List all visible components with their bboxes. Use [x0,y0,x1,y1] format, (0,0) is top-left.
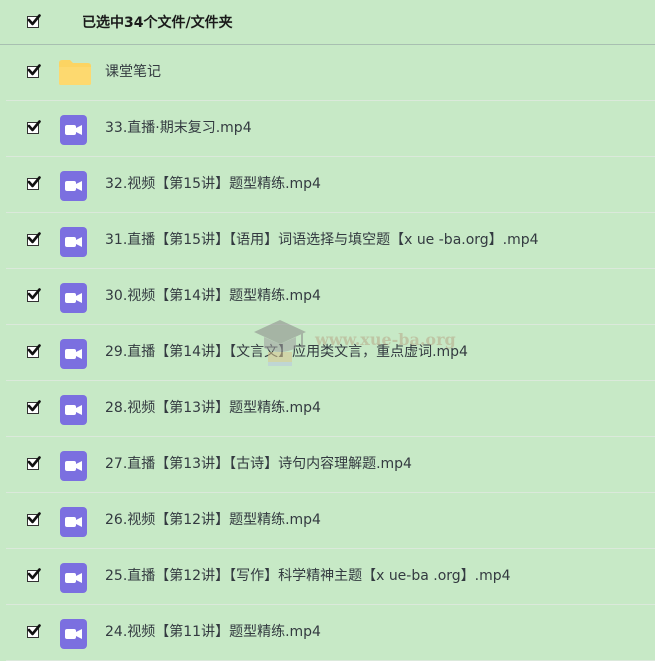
file-name[interactable]: 27.直播【第13讲】【古诗】诗句内容理解题.mp4 [105,454,412,474]
file-checkbox[interactable] [27,456,41,470]
check-icon [27,14,41,26]
file-checkbox[interactable] [27,624,41,638]
file-name[interactable]: 28.视频【第13讲】题型精练.mp4 [105,398,321,418]
file-name[interactable]: 33.直播·期末复习.mp4 [105,118,252,138]
check-icon [27,232,41,244]
file-row[interactable]: 课堂笔记 [6,45,655,101]
check-icon [27,400,41,412]
check-icon [27,624,41,636]
file-name[interactable]: 26.视频【第12讲】题型精练.mp4 [105,510,321,530]
video-icon [60,283,87,313]
select-all-checkbox[interactable] [27,14,41,28]
file-checkbox[interactable] [27,512,41,526]
file-row[interactable]: 24.视频【第11讲】题型精练.mp4 [6,605,655,661]
video-icon [60,395,87,425]
file-name[interactable]: 30.视频【第14讲】题型精练.mp4 [105,286,321,306]
graduation-cap-icon [254,320,306,366]
check-icon [27,512,41,524]
file-row[interactable]: 31.直播【第15讲】【语用】词语选择与填空题【x ue -ba.org】.mp… [6,213,655,269]
file-name[interactable]: 24.视频【第11讲】题型精练.mp4 [105,622,321,642]
file-row[interactable]: 27.直播【第13讲】【古诗】诗句内容理解题.mp4 [6,437,655,493]
file-checkbox[interactable] [27,568,41,582]
check-icon [27,456,41,468]
selection-header: 已选中34个文件/文件夹 [0,0,655,45]
check-icon [27,288,41,300]
file-name[interactable]: 31.直播【第15讲】【语用】词语选择与填空题【x ue -ba.org】.mp… [105,230,539,250]
file-row[interactable]: 32.视频【第15讲】题型精练.mp4 [6,157,655,213]
check-icon [27,64,41,76]
folder-icon [58,59,92,86]
check-icon [27,176,41,188]
video-icon [60,227,87,257]
file-name[interactable]: 课堂笔记 [105,62,161,82]
video-icon [60,619,87,649]
file-name[interactable]: 25.直播【第12讲】【写作】科学精神主题【x ue-ba .org】.mp4 [105,566,511,586]
file-checkbox[interactable] [27,344,41,358]
check-icon [27,120,41,132]
file-checkbox[interactable] [27,64,41,78]
file-checkbox[interactable] [27,400,41,414]
file-row[interactable]: 33.直播·期末复习.mp4 [6,101,655,157]
check-icon [27,568,41,580]
selection-count-title: 已选中34个文件/文件夹 [82,15,233,31]
video-icon [60,563,87,593]
video-icon [60,339,87,369]
watermark-text: www.xue-ba.org [315,330,456,349]
file-checkbox[interactable] [27,120,41,134]
file-name[interactable]: 32.视频【第15讲】题型精练.mp4 [105,174,321,194]
file-checkbox[interactable] [27,176,41,190]
file-row[interactable]: 25.直播【第12讲】【写作】科学精神主题【x ue-ba .org】.mp4 [6,549,655,605]
video-icon [60,171,87,201]
video-icon [60,451,87,481]
file-checkbox[interactable] [27,232,41,246]
file-row[interactable]: 28.视频【第13讲】题型精练.mp4 [6,381,655,437]
file-checkbox[interactable] [27,288,41,302]
video-icon [60,507,87,537]
check-icon [27,344,41,356]
watermark: www.xue-ba.org [250,312,470,372]
video-icon [60,115,87,145]
file-row[interactable]: 26.视频【第12讲】题型精练.mp4 [6,493,655,549]
